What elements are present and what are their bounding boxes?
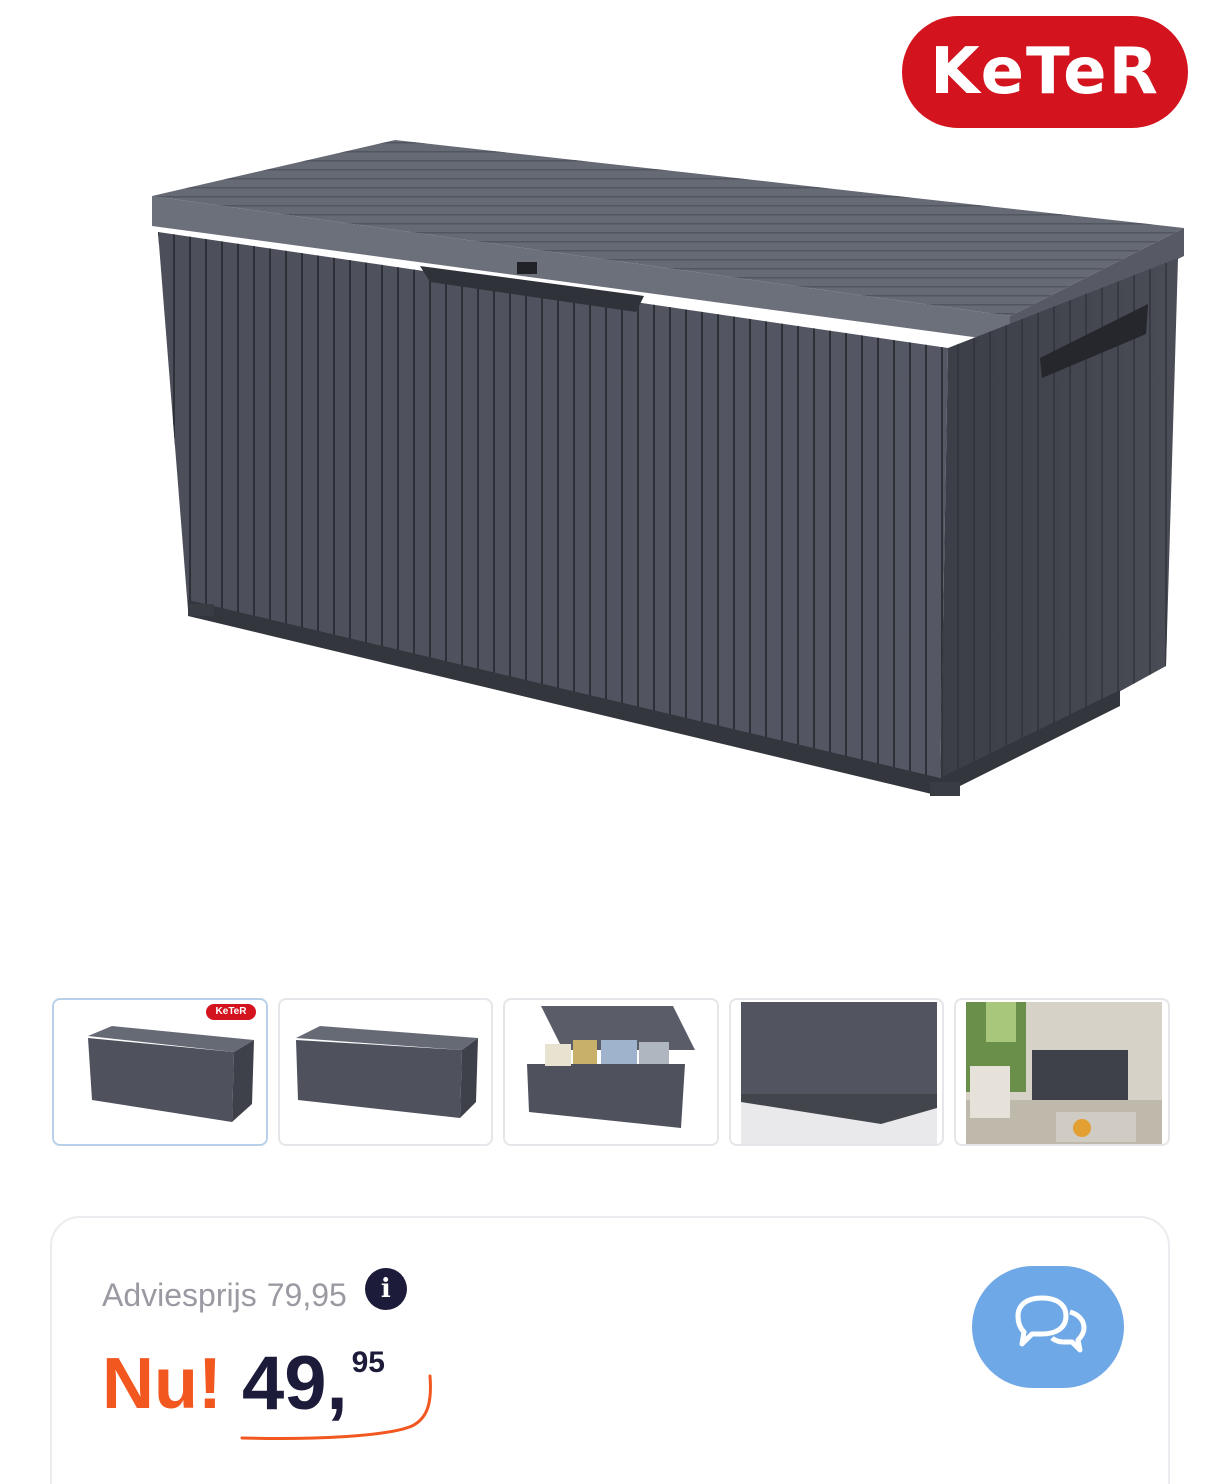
storage-box-thumb-icon [295,1026,478,1118]
thumbnail-3[interactable] [503,998,719,1146]
product-main-image[interactable]: KeTeR [0,0,1220,960]
brand-logo: KeTeR [902,16,1188,128]
info-icon[interactable]: i [364,1268,407,1310]
storage-box-thumb-icon [88,1026,254,1122]
thumbnail-4[interactable] [728,998,945,1146]
advice-price-value: 79,95 [266,1276,347,1313]
price-underline-icon [240,1374,432,1440]
price-card: Adviesprijs 79,95 i Nu! 49, 95 [50,1216,1170,1484]
chat-bubbles-icon [1015,1295,1087,1353]
now-label: Nu! [102,1344,222,1424]
closeup-thumb-icon [740,1002,937,1144]
open-box-thumb-icon [527,1006,696,1128]
storage-box-image [152,140,1184,796]
thumbnail-2[interactable] [277,998,494,1146]
thumbnail-5[interactable] [954,998,1170,1146]
advice-price-row: Adviesprijs 79,95 i [102,1268,407,1316]
chat-button[interactable] [972,1266,1124,1388]
thumbnail-strip: KeTeR [52,998,1170,1146]
thumbnail-1[interactable]: KeTeR [52,998,268,1146]
garden-thumb-icon [966,1002,1163,1144]
thumb-brand-badge: KeTeR [206,1004,256,1020]
advice-price-label: Adviesprijs [102,1276,257,1313]
product-page: KeTeR KeTeR Adviesprijs 79,95 i Nu! 49, … [0,0,1220,1484]
